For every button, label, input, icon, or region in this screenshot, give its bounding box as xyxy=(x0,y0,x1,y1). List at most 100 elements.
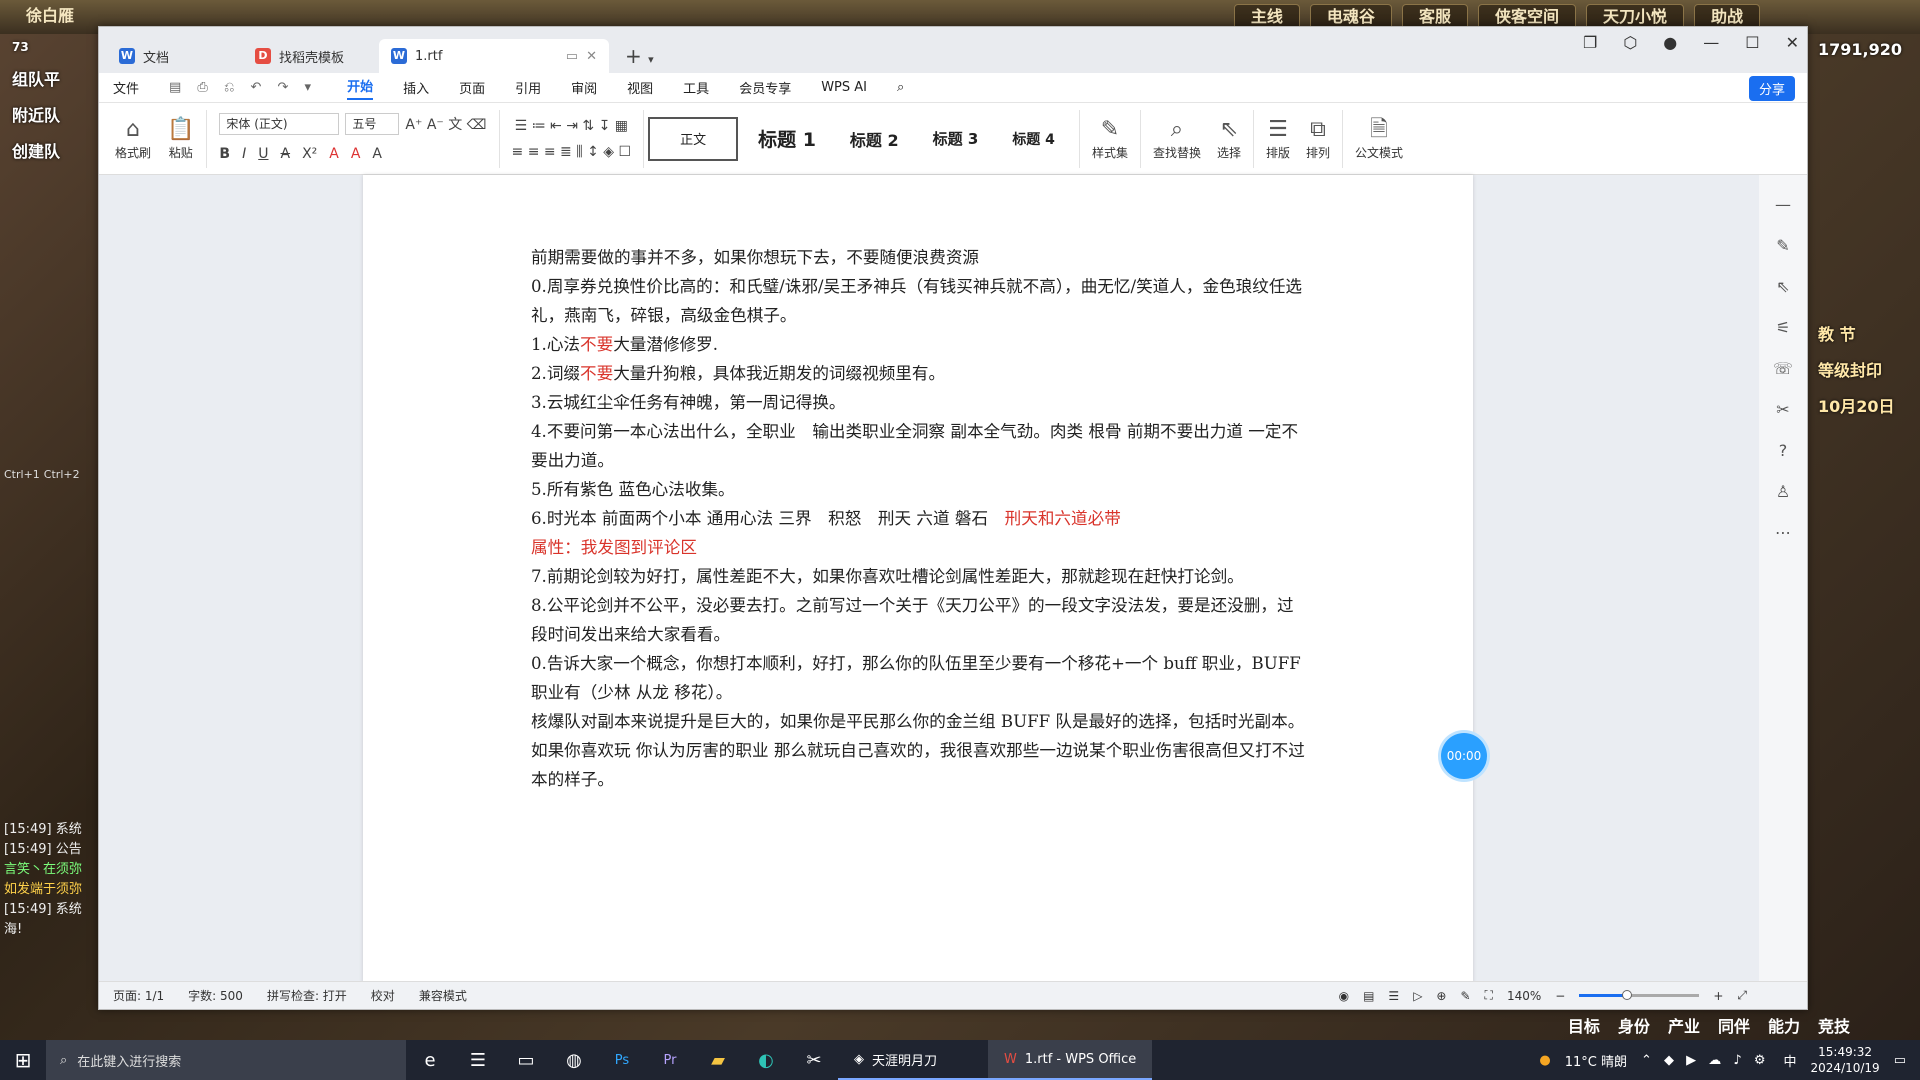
game-menu-arena[interactable]: 竞技 xyxy=(1818,1013,1850,1037)
task-view-icon[interactable]: ☰ xyxy=(454,1050,502,1071)
game-hotkey[interactable]: Ctrl+2 xyxy=(44,468,80,481)
tab-file[interactable]: W 1.rtf ▭ ✕ xyxy=(379,39,609,73)
folder-icon[interactable]: ▰ xyxy=(694,1050,742,1071)
menu-review[interactable]: 审阅 xyxy=(571,78,597,97)
menu-page[interactable]: 页面 xyxy=(459,78,485,97)
arrange-button[interactable]: ⧉ 排列 xyxy=(1298,107,1338,171)
page-count[interactable]: 页面: 1/1 xyxy=(113,987,164,1004)
taskbar-game[interactable]: ◈ 天涯明月刀 xyxy=(838,1040,988,1080)
windows-start-icon[interactable]: ⊞ xyxy=(0,1048,46,1072)
game-nearby-team[interactable]: 附近队 xyxy=(0,96,97,132)
game-menu-target[interactable]: 目标 xyxy=(1568,1013,1600,1037)
avatar[interactable]: ● xyxy=(1663,33,1677,52)
game-team-platform[interactable]: 组队平 xyxy=(0,60,97,96)
fit-icon[interactable]: ⛶ xyxy=(1485,988,1493,1003)
menu-file[interactable]: 文件 xyxy=(113,78,139,97)
fullscreen-icon[interactable]: ⤢ xyxy=(1737,988,1747,1003)
quick-tools[interactable]: ▤ ⎙ ⎌ ↶ ↷ ▾ xyxy=(169,80,317,95)
search-icon[interactable]: ⌕ xyxy=(897,80,904,95)
official-mode-button[interactable]: 🗎 公文模式 xyxy=(1347,107,1411,171)
font-size-select[interactable]: 五号 xyxy=(345,112,400,135)
zoom-in-icon[interactable]: + xyxy=(1713,989,1723,1003)
chrome-icon[interactable]: ◍ xyxy=(550,1050,598,1071)
style-heading-4[interactable]: 标题 4 xyxy=(998,117,1069,161)
adjust-icon[interactable]: ⚟ xyxy=(1776,318,1790,337)
collapse-icon[interactable]: — xyxy=(1775,195,1791,214)
clock[interactable]: 15:49:32 2024/10/19 xyxy=(1811,1044,1880,1076)
proofread[interactable]: 校对 xyxy=(371,987,395,1004)
game-menu-identity[interactable]: 身份 xyxy=(1618,1013,1650,1037)
style-set-button[interactable]: ✎ 样式集 xyxy=(1084,107,1136,171)
close-icon[interactable]: ✕ xyxy=(586,49,597,64)
menu-references[interactable]: 引用 xyxy=(515,78,541,97)
edge-icon[interactable]: ◐ xyxy=(742,1050,790,1071)
taskbar-wps[interactable]: W 1.rtf - WPS Office xyxy=(988,1040,1153,1080)
capcut-icon[interactable]: ✂ xyxy=(790,1050,838,1071)
menu-home[interactable]: 开始 xyxy=(347,76,374,100)
style-heading-2[interactable]: 标题 2 xyxy=(836,117,913,161)
menu-insert[interactable]: 插入 xyxy=(403,78,429,97)
desktop-icon[interactable]: ▭ xyxy=(502,1050,550,1071)
document-page[interactable]: 前期需要做的事并不多，如果你想玩下去，不要随便浪费资源 0.周享券兑换性价比高的… xyxy=(363,175,1473,983)
tray-icons[interactable]: ⌃ ◆ ▶ ☁ ♪ ⚙ xyxy=(1641,1053,1770,1068)
new-tab-button[interactable]: + ▾ xyxy=(615,39,664,73)
cube-icon[interactable]: ⬡ xyxy=(1623,33,1637,52)
style-normal[interactable]: 正文 xyxy=(648,116,739,161)
tab-templates[interactable]: D 找稻壳模板 xyxy=(243,39,373,73)
game-menu-industry[interactable]: 产业 xyxy=(1668,1013,1700,1037)
minimize-icon[interactable]: — xyxy=(1703,33,1719,52)
menu-member[interactable]: 会员专享 xyxy=(739,78,791,97)
layout-button[interactable]: ☰ 排版 xyxy=(1258,107,1298,171)
shirt-icon[interactable]: ♙ xyxy=(1776,482,1790,501)
paste-button[interactable]: 📋 粘贴 xyxy=(159,107,202,171)
pen-mode-icon[interactable]: ✎ xyxy=(1460,989,1470,1003)
menu-view[interactable]: 视图 xyxy=(627,78,653,97)
window-restore-icon[interactable]: ❐ xyxy=(1583,33,1597,52)
word-count[interactable]: 字数: 500 xyxy=(188,987,243,1004)
pointer-icon[interactable]: ⇖ xyxy=(1776,277,1789,296)
game-hotkey[interactable]: Ctrl+1 xyxy=(4,468,40,481)
document-body[interactable]: 前期需要做的事并不多，如果你想玩下去，不要随便浪费资源 0.周享券兑换性价比高的… xyxy=(531,243,1307,794)
monitor-icon[interactable]: ▭ xyxy=(566,49,578,64)
zoom-level[interactable]: 140% xyxy=(1507,989,1541,1003)
game-event[interactable]: 教 节 xyxy=(1810,315,1920,351)
style-heading-3[interactable]: 标题 3 xyxy=(919,117,993,161)
page-view-icon[interactable]: ▤ xyxy=(1363,989,1374,1003)
notification-icon[interactable]: ▭ xyxy=(1894,1053,1906,1068)
style-heading-1[interactable]: 标题 1 xyxy=(744,117,830,161)
zoom-out-icon[interactable]: − xyxy=(1555,989,1565,1003)
game-menu-ability[interactable]: 能力 xyxy=(1768,1013,1800,1037)
help-icon[interactable]: ? xyxy=(1779,441,1788,460)
tab-docs[interactable]: W 文档 xyxy=(107,39,237,73)
chat-icon[interactable]: ☏ xyxy=(1773,359,1793,378)
edge-legacy-icon[interactable]: e xyxy=(406,1050,454,1071)
select-button[interactable]: ⇖ 选择 xyxy=(1209,107,1249,171)
share-button[interactable]: 分享 xyxy=(1748,76,1795,101)
format-painter-button[interactable]: ⌂ 格式刷 xyxy=(107,107,159,171)
tools-icon[interactable]: ✂ xyxy=(1776,400,1789,419)
close-window-icon[interactable]: ✕ xyxy=(1786,33,1799,52)
eye-icon[interactable]: ◉ xyxy=(1339,989,1349,1003)
pen-icon[interactable]: ✎ xyxy=(1776,236,1789,255)
game-menu-companion[interactable]: 同伴 xyxy=(1718,1013,1750,1037)
game-create-team[interactable]: 创建队 xyxy=(0,132,97,168)
find-replace-button[interactable]: ⌕ 查找替换 xyxy=(1145,107,1209,171)
more-icon[interactable]: ⋯ xyxy=(1775,523,1791,542)
photoshop-icon[interactable]: Ps xyxy=(598,1053,646,1068)
taskbar-search[interactable]: ⌕ 在此键入进行搜索 xyxy=(46,1040,406,1080)
font-name-select[interactable]: 宋体 (正文) xyxy=(219,112,340,135)
outline-icon[interactable]: ☰ xyxy=(1388,989,1399,1003)
maximize-icon[interactable]: ☐ xyxy=(1745,33,1759,52)
menu-tools[interactable]: 工具 xyxy=(683,78,709,97)
weather[interactable]: 11°C 晴朗 xyxy=(1565,1051,1627,1070)
paragraph-group[interactable]: ☰ ≔ ⇤ ⇥ ⇅ ↧ ▦ ≡ ≡ ≡ ≣ ⫼ ↕ ◈ ☐ xyxy=(504,107,640,171)
timer-button[interactable]: 00:00 xyxy=(1441,733,1487,779)
zoom-slider[interactable] xyxy=(1579,990,1700,1000)
ime-indicator[interactable]: 中 xyxy=(1784,1051,1797,1070)
spell-check[interactable]: 拼写检查: 打开 xyxy=(267,987,347,1004)
menu-wps-ai[interactable]: WPS AI xyxy=(821,80,867,95)
font-size-tools[interactable]: A⁺ A⁻ 文 ⌫ xyxy=(405,111,486,137)
play-icon[interactable]: ▷ xyxy=(1413,989,1422,1003)
web-icon[interactable]: ⊕ xyxy=(1436,989,1446,1003)
font-style-tools[interactable]: B I U A X² A A A xyxy=(219,141,382,167)
